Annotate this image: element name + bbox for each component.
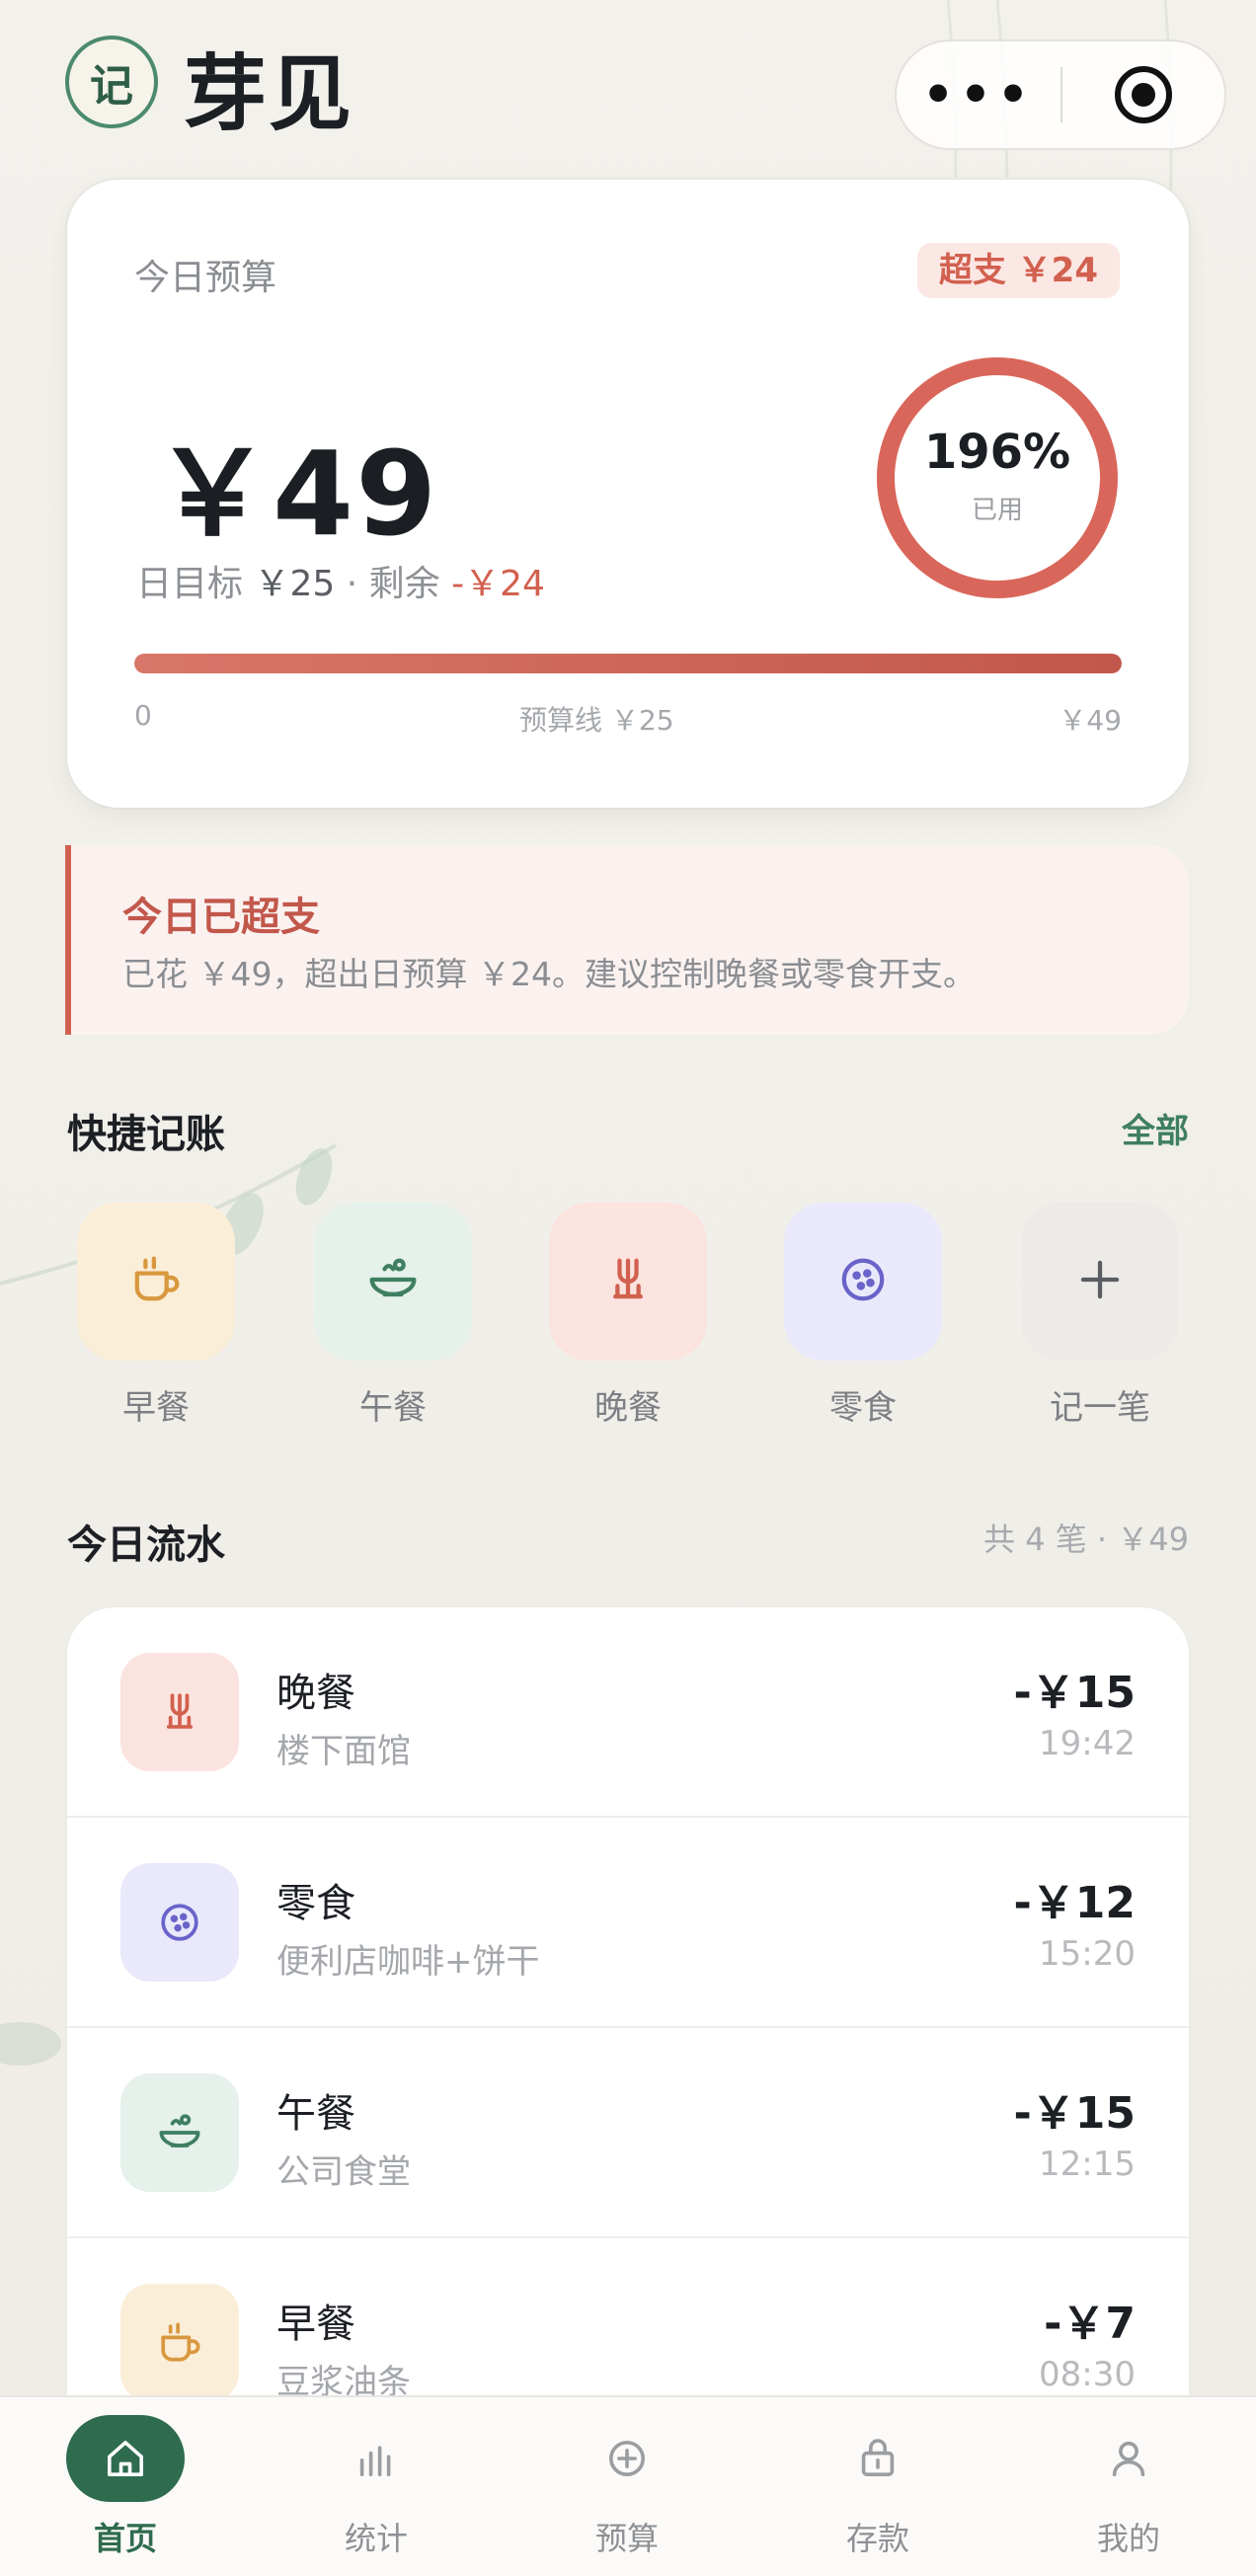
app-logo: 记 <box>65 36 158 128</box>
coffee-cup-icon <box>120 2284 239 2397</box>
quick-entry-all-link[interactable]: 全部 <box>1122 1104 1189 1152</box>
transaction-row[interactable]: 零食便利店咖啡+饼干 -￥12 15:20 <box>67 1818 1189 2028</box>
remain-value: -￥24 <box>451 564 545 604</box>
tab-2[interactable]: 预算 <box>502 2397 752 2576</box>
bar-end-label: ￥49 <box>1059 704 1122 737</box>
quick-entry-title: 快捷记账 <box>67 1112 225 1157</box>
budget-progress-fill <box>134 654 1122 673</box>
bar-start-label: 0 <box>134 699 152 732</box>
quick-entry-4-button[interactable] <box>1021 1203 1179 1361</box>
quick-entry-label: 午餐 <box>359 1388 427 1428</box>
transaction-time: 19:42 <box>1039 1724 1136 1763</box>
usage-percent: 196% <box>923 425 1071 480</box>
transaction-category: 早餐 <box>276 2302 355 2347</box>
transaction-row[interactable]: 早餐豆浆油条 -￥7 08:30 <box>67 2238 1189 2397</box>
quick-entry-3-button[interactable] <box>784 1203 942 1361</box>
transaction-category: 午餐 <box>276 2091 355 2137</box>
bar-chart-icon <box>317 2415 435 2502</box>
transaction-note: 楼下面馆 <box>276 1732 411 1771</box>
today-flow-summary: 共 4 笔 · ￥49 <box>983 1521 1189 1558</box>
remain-label: 剩余 <box>368 564 440 604</box>
cookie-icon <box>831 1248 895 1315</box>
transaction-time: 08:30 <box>1039 2355 1136 2394</box>
miniprogram-capsule: ••• <box>895 39 1226 150</box>
tab-1[interactable]: 统计 <box>251 2397 502 2576</box>
transaction-row[interactable]: 晚餐楼下面馆 -￥15 19:42 <box>67 1607 1189 1818</box>
dinner-icon <box>596 1248 660 1315</box>
close-miniprogram-button[interactable] <box>1062 63 1224 126</box>
alert-body: 已花 ￥49，超出日预算 ￥24。建议控制晚餐或零食开支。 <box>122 955 976 993</box>
over-budget-badge: 超支 ￥24 <box>916 243 1120 298</box>
usage-label: 已用 <box>971 496 1023 525</box>
logo-text: 记 <box>90 61 133 112</box>
tab-label: 存款 <box>845 2520 909 2557</box>
tab-4[interactable]: 我的 <box>1003 2397 1254 2576</box>
quick-entry-2-button[interactable] <box>549 1203 707 1361</box>
header: 记 芽见 ••• <box>0 0 1256 168</box>
plus-circle-icon <box>568 2415 686 2502</box>
target-label: 日目标 <box>136 564 244 604</box>
tab-3[interactable]: 存款 <box>752 2397 1003 2576</box>
budget-summary: 日目标 ￥25 · 剩余 -￥24 <box>136 555 545 606</box>
quick-entry-0-button[interactable] <box>77 1203 235 1361</box>
app-title: 芽见 <box>184 45 354 142</box>
plus-icon <box>1068 1248 1132 1315</box>
transaction-category: 零食 <box>276 1881 355 1926</box>
summary-separator: · <box>346 564 358 604</box>
transaction-amount: -￥12 <box>1013 1878 1137 1928</box>
today-flow-title: 今日流水 <box>67 1522 225 1568</box>
dinner-icon <box>120 1653 239 1771</box>
quick-entry-label: 零食 <box>829 1388 897 1428</box>
bowl-icon <box>120 2073 239 2192</box>
quick-entry-label: 早餐 <box>122 1388 190 1428</box>
transaction-amount: -￥7 <box>1044 2299 1136 2349</box>
transaction-row[interactable]: 午餐公司食堂 -￥15 12:15 <box>67 2028 1189 2238</box>
overspend-alert: 今日已超支 已花 ￥49，超出日预算 ￥24。建议控制晚餐或零食开支。 <box>65 845 1189 1035</box>
transaction-note: 豆浆油条 <box>276 2363 411 2397</box>
transaction-amount: -￥15 <box>1013 2088 1137 2139</box>
tab-label: 我的 <box>1096 2520 1160 2557</box>
transaction-category: 晚餐 <box>276 1671 355 1716</box>
home-icon <box>66 2415 185 2502</box>
budget-card: 今日预算 超支 ￥24 ￥49 日目标 ￥25 · 剩余 -￥24 196% 已… <box>67 180 1189 808</box>
transaction-time: 12:15 <box>1039 2145 1136 2184</box>
quick-entry-label: 记一笔 <box>1050 1388 1150 1428</box>
more-menu-button[interactable]: ••• <box>897 39 1060 150</box>
bowl-icon <box>361 1248 425 1315</box>
transaction-time: 15:20 <box>1039 1934 1136 1974</box>
spent-amount: ￥49 <box>154 426 439 562</box>
tab-0[interactable]: 首页 <box>0 2397 251 2576</box>
budget-label: 今日预算 <box>134 258 277 298</box>
transaction-amount: -￥15 <box>1013 1668 1137 1718</box>
user-icon <box>1069 2415 1188 2502</box>
tab-label: 首页 <box>93 2520 157 2557</box>
cookie-icon <box>120 1863 239 1982</box>
transaction-note: 公司食堂 <box>276 2152 411 2192</box>
target-value: ￥25 <box>254 564 336 604</box>
budget-progress-bar <box>134 654 1122 673</box>
alert-title: 今日已超支 <box>122 895 320 940</box>
tab-label: 预算 <box>594 2520 659 2557</box>
tab-label: 统计 <box>344 2520 408 2557</box>
transaction-list: 晚餐楼下面馆 -￥15 19:42 零食便利店咖啡+饼干 -￥12 15:20 午餐公司食堂… <box>67 1607 1189 2397</box>
tab-bar: 首页 统计 预算 存款 我的 <box>0 2395 1256 2576</box>
transaction-note: 便利店咖啡+饼干 <box>276 1942 540 1982</box>
coffee-cup-icon <box>124 1248 188 1315</box>
quick-entry-label: 晚餐 <box>594 1388 662 1428</box>
budget-line-label: 预算线 ￥25 <box>519 704 674 737</box>
target-icon <box>1114 66 1172 123</box>
lock-bag-icon <box>819 2415 937 2502</box>
quick-entry-1-button[interactable] <box>314 1203 472 1361</box>
